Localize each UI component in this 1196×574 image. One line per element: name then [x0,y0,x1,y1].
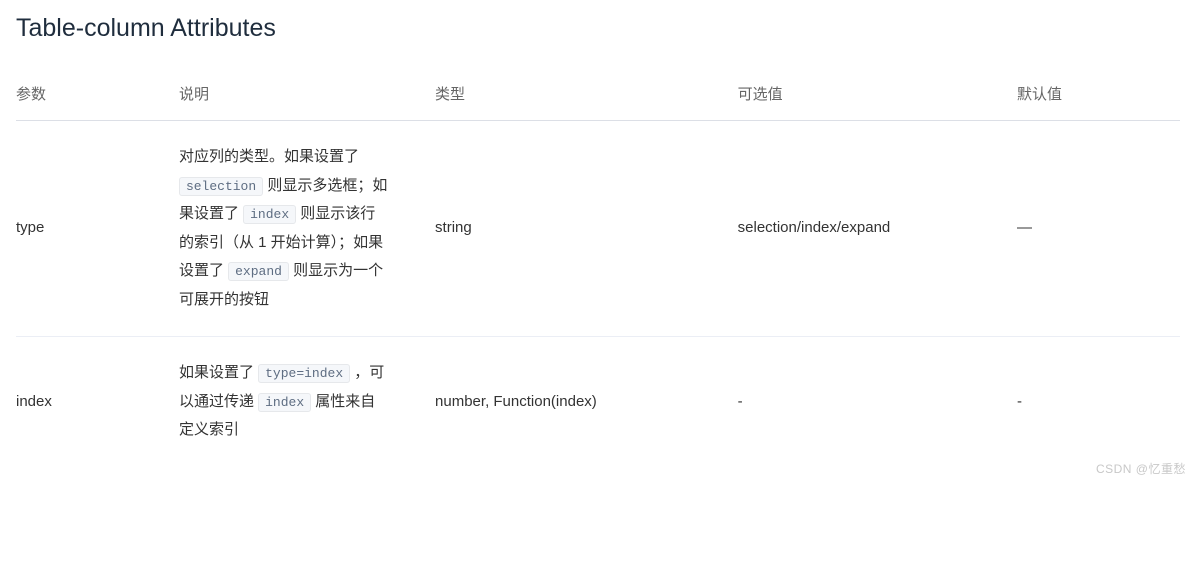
cell-default: - [1017,337,1180,467]
header-desc: 说明 [179,67,435,121]
cell-type: string [435,121,738,337]
cell-param: index [16,337,179,467]
inline-code: selection [179,177,263,196]
inline-code: index [258,393,311,412]
table-row: type 对应列的类型。如果设置了 selection 则显示多选框；如果设置了… [16,121,1180,337]
inline-code: expand [228,262,289,281]
cell-desc: 如果设置了 type=index ，可以通过传递 index 属性来自定义索引 [179,337,435,467]
cell-default: — [1017,121,1180,337]
header-type: 类型 [435,67,738,121]
attributes-table: 参数 说明 类型 可选值 默认值 type 对应列的类型。如果设置了 selec… [16,67,1180,467]
page-title: Table-column Attributes [16,14,1180,43]
header-options: 可选值 [738,67,1017,121]
table-row: index 如果设置了 type=index ，可以通过传递 index 属性来… [16,337,1180,467]
table-header-row: 参数 说明 类型 可选值 默认值 [16,67,1180,121]
cell-options: - [738,337,1017,467]
inline-code: type=index [258,364,350,383]
cell-type: number, Function(index) [435,337,738,467]
inline-code: index [243,205,296,224]
watermark: CSDN @忆重愁 [1096,460,1186,477]
cell-options: selection/index/expand [738,121,1017,337]
cell-param: type [16,121,179,337]
header-default: 默认值 [1017,67,1180,121]
cell-desc: 对应列的类型。如果设置了 selection 则显示多选框；如果设置了 inde… [179,121,435,337]
header-param: 参数 [16,67,179,121]
